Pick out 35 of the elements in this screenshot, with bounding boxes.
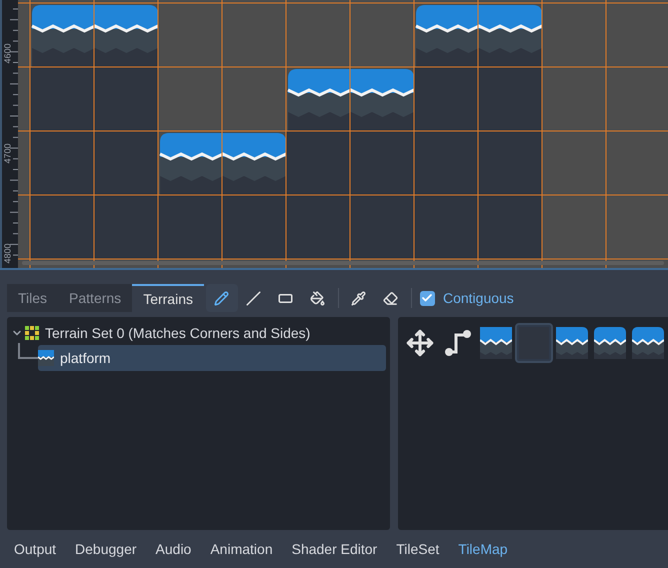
platform-tile-icon <box>594 327 626 359</box>
contiguous-checkbox[interactable] <box>420 290 435 306</box>
bottom-panel-tab[interactable]: Shader Editor <box>292 538 378 560</box>
platform-tile-icon <box>632 327 664 359</box>
tile-button[interactable] <box>515 323 553 363</box>
path-icon <box>444 329 472 357</box>
bottom-panel-tab[interactable]: Output <box>14 538 56 560</box>
editor-tab[interactable]: Patterns <box>58 284 132 312</box>
pencil-icon <box>214 290 230 306</box>
bottom-panel-tab[interactable]: Animation <box>210 538 273 560</box>
tilemap-canvas[interactable] <box>18 0 668 268</box>
terrain-set-icon <box>25 326 39 340</box>
check-icon <box>421 292 434 304</box>
pencil-tool[interactable] <box>206 284 238 312</box>
move-arrows-icon <box>406 329 434 357</box>
ruler-label: 4800 <box>3 242 13 266</box>
eyedropper-icon <box>351 290 366 306</box>
platform-tile-icon <box>556 327 588 359</box>
checkbox-label: Contiguous <box>442 288 514 308</box>
ruler-label: 4700 <box>3 142 13 166</box>
tree-item[interactable]: platform <box>38 345 386 371</box>
empty-tile-icon <box>519 327 549 359</box>
platform-tile-icon <box>480 327 512 359</box>
tree-item[interactable]: Terrain Set 0 (Matches Corners and Sides) <box>11 323 386 343</box>
scrollbar[interactable] <box>22 261 664 265</box>
bottom-panel-tab[interactable]: Audio <box>156 538 192 560</box>
bottom-panel-tab[interactable]: TileSet <box>396 538 440 560</box>
ruler-label: 4600 <box>3 42 13 66</box>
bottom-panel-tab[interactable]: Debugger <box>75 538 137 560</box>
line-icon <box>246 290 262 306</box>
eraser-icon <box>383 290 398 306</box>
platform-tile-icon <box>38 350 54 366</box>
paint-bucket-icon <box>310 290 326 306</box>
bottom-panel-tab[interactable]: TileMap <box>458 538 508 560</box>
editor-tab[interactable]: Tiles <box>7 284 58 312</box>
